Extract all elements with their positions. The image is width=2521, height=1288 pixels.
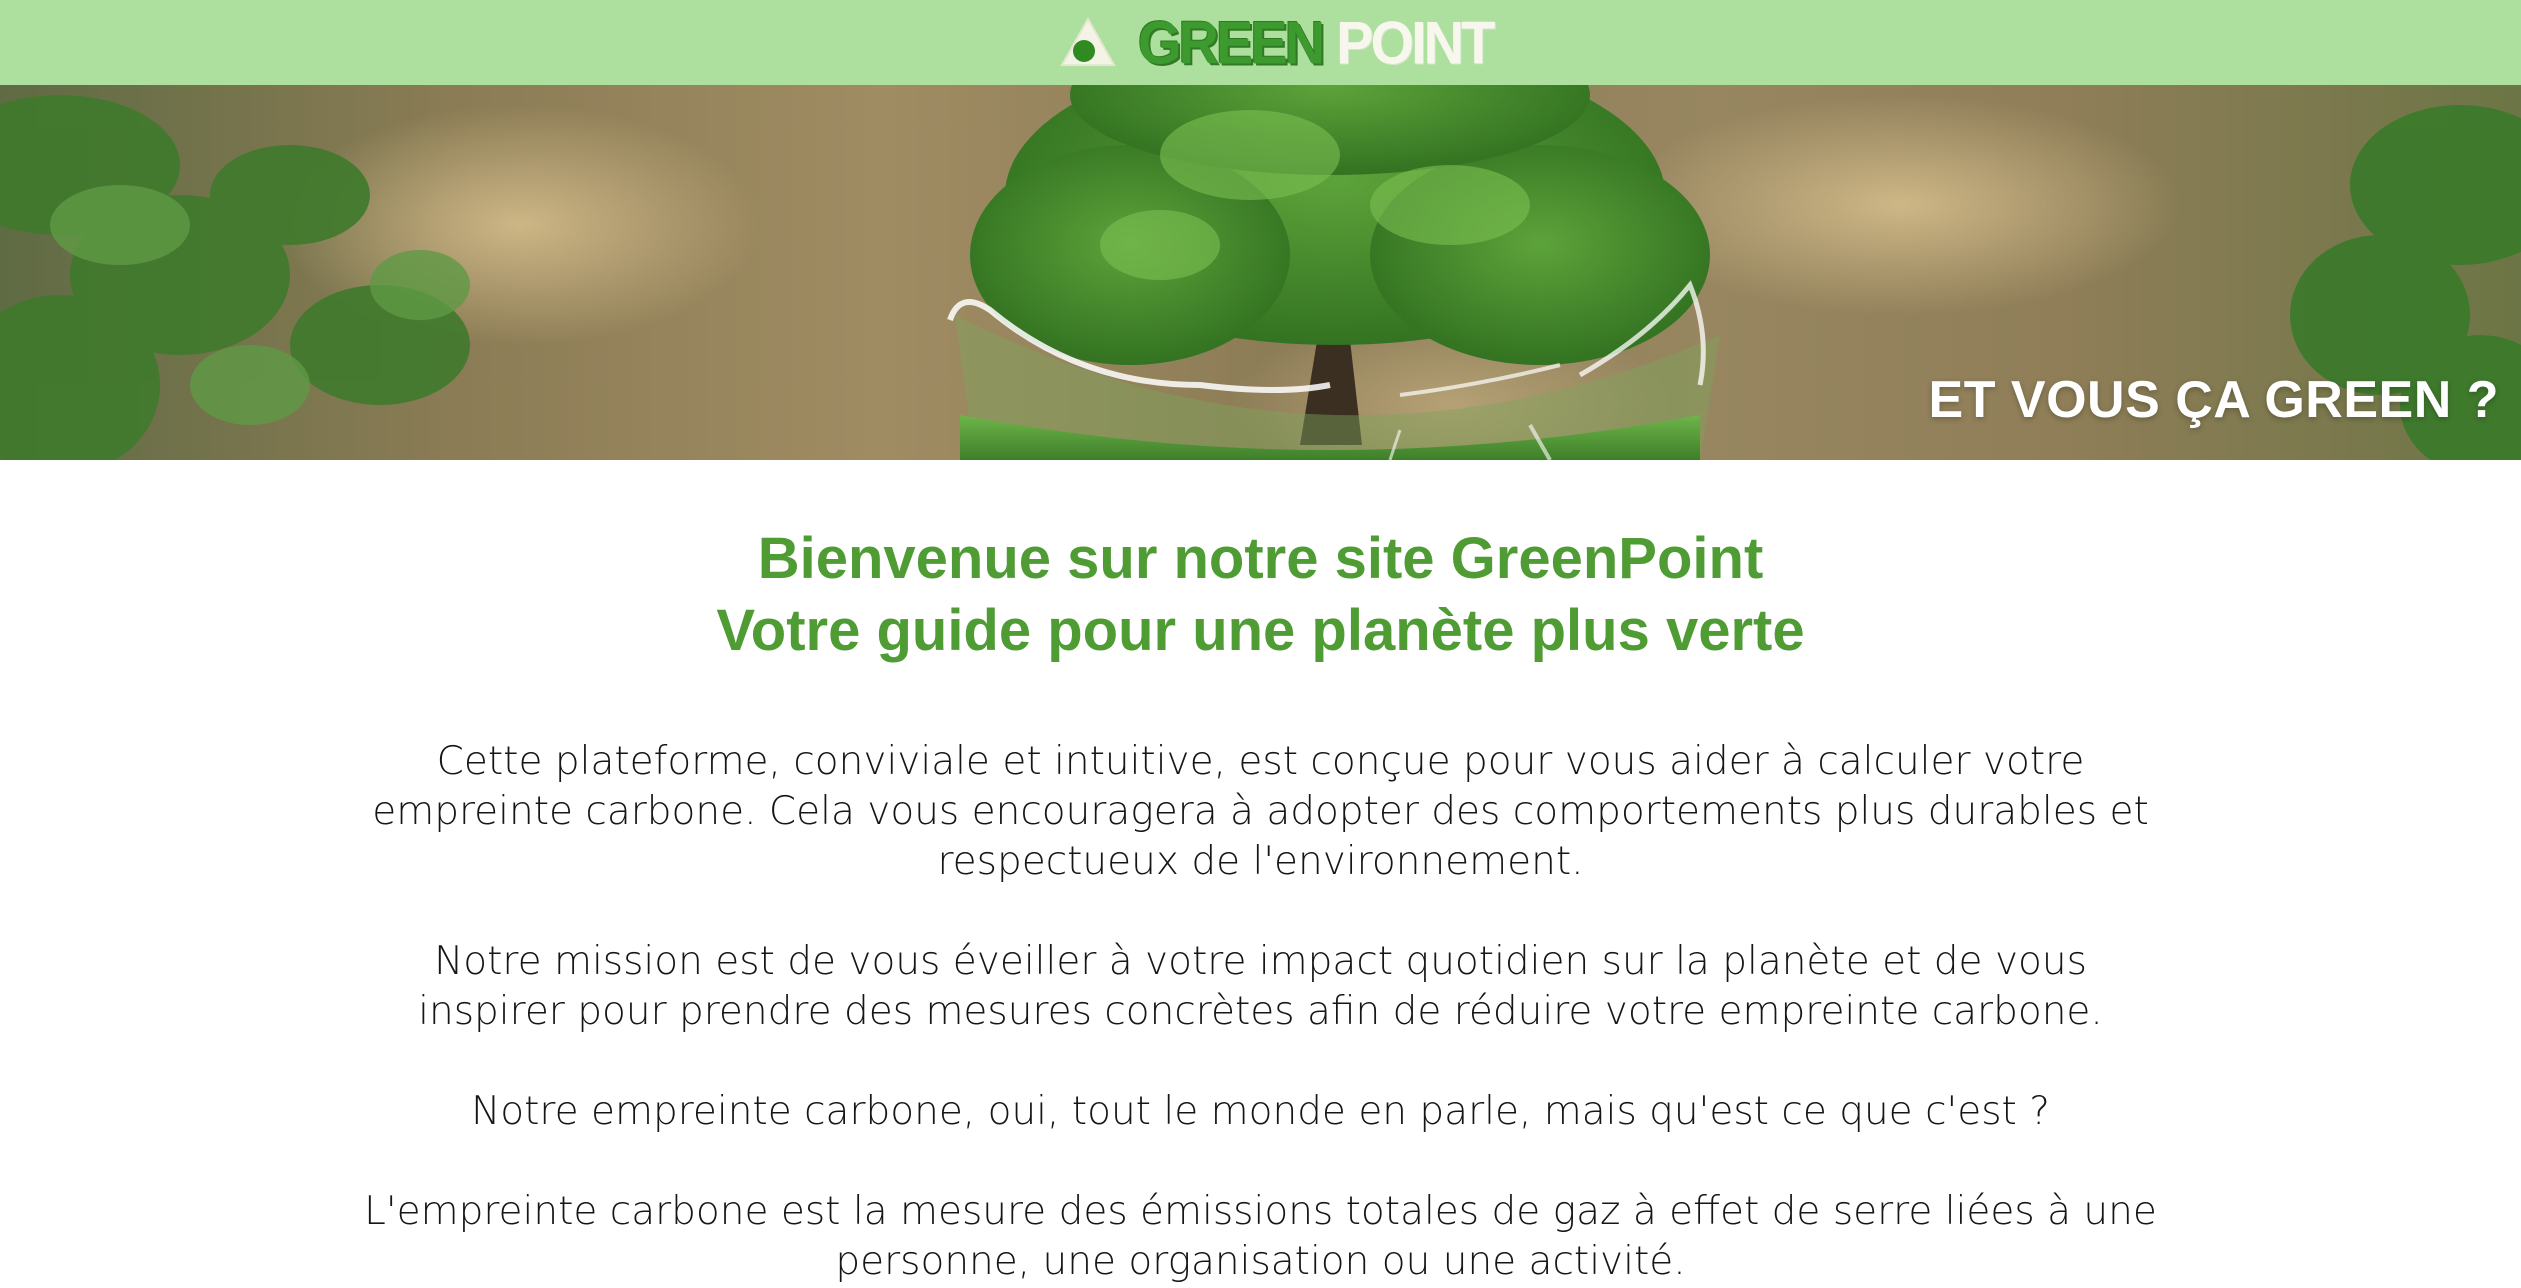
mission-paragraph: Notre mission est de vous éveiller à vot… xyxy=(418,939,2103,1034)
welcome-line-1: Bienvenue sur notre site GreenPoint xyxy=(757,526,1764,591)
intro-paragraph: Cette plateforme, conviviale et intuitiv… xyxy=(372,739,2149,884)
logo-word-point: POINT xyxy=(1336,8,1495,77)
hero-tagline: ET VOUS ÇA GREEN ? xyxy=(1928,371,2499,429)
site-logo[interactable]: GREEN POINT xyxy=(1060,10,1495,76)
main-content: Bienvenue sur notre site GreenPoint Votr… xyxy=(0,460,2521,1287)
logo-wordmark: GREEN POINT xyxy=(1138,12,1495,73)
welcome-heading: Bienvenue sur notre site GreenPoint Votr… xyxy=(0,523,2521,667)
question-paragraph: Notre empreinte carbone, oui, tout le mo… xyxy=(471,1089,2050,1134)
definition-paragraph: L'empreinte carbone est la mesure des ém… xyxy=(364,1189,2157,1284)
logo-word-green: GREEN xyxy=(1138,8,1325,77)
welcome-line-2: Votre guide pour une planète plus verte xyxy=(716,598,1805,663)
top-header-bar: GREEN POINT xyxy=(0,0,2521,85)
green-point-logo-icon xyxy=(1060,17,1116,66)
hero-banner: ET VOUS ÇA GREEN ? xyxy=(0,85,2521,460)
